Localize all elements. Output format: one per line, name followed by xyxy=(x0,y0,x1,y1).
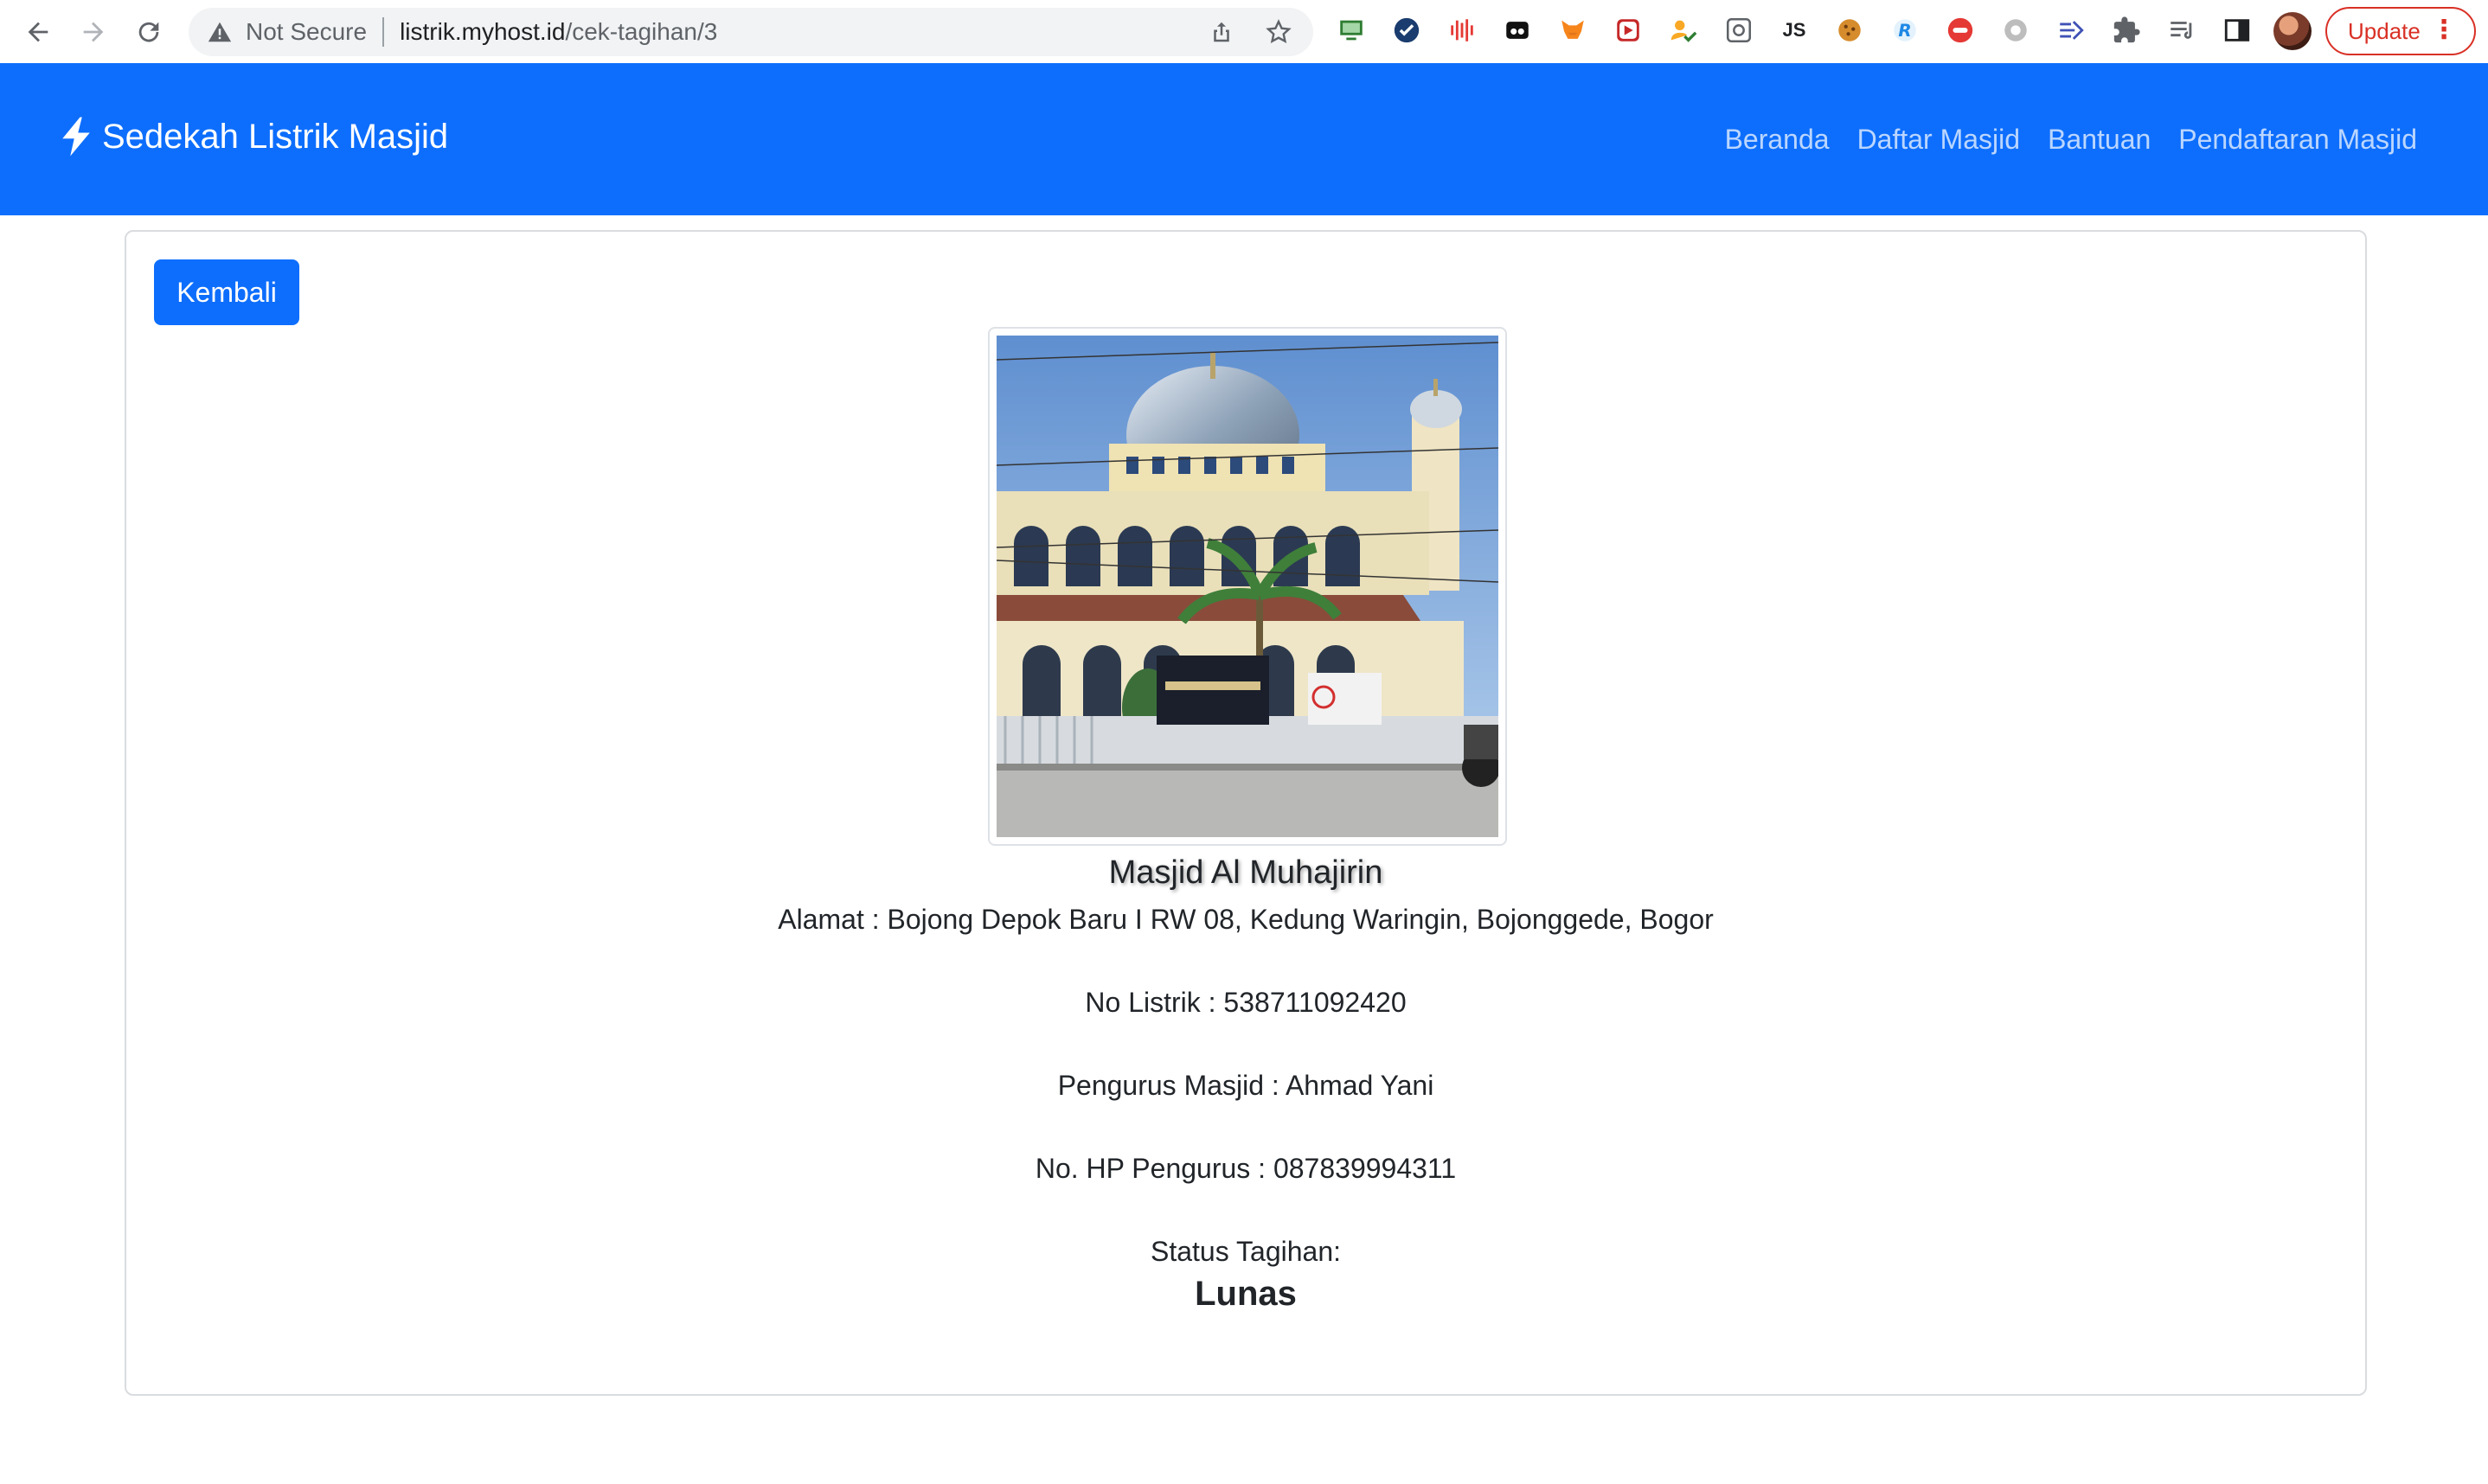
back-arrow-icon[interactable] xyxy=(21,15,55,49)
status-value: Lunas xyxy=(1195,1275,1297,1313)
forward-arrow-icon[interactable] xyxy=(76,15,111,49)
play-box-icon[interactable] xyxy=(1611,13,1645,48)
masjid-address: Alamat : Bojong Depok Baru I RW 08, Kedu… xyxy=(778,904,1714,935)
share-icon[interactable] xyxy=(1206,16,1237,48)
warning-triangle-icon[interactable] xyxy=(204,16,235,48)
update-label: Update xyxy=(2348,17,2421,44)
nav-link-bantuan[interactable]: Bantuan xyxy=(2048,124,2151,156)
masjid-photo xyxy=(988,327,1507,846)
sidepanel-icon[interactable] xyxy=(2220,13,2254,48)
no-listrik: No Listrik : 538711092420 xyxy=(1085,987,1407,1018)
profile-avatar[interactable] xyxy=(2273,12,2312,50)
url-path: /cek-tagihan/3 xyxy=(565,18,718,45)
update-button[interactable]: Update ⋮ xyxy=(2325,7,2476,55)
address-bar[interactable]: Not Secure listrik.myhost.id /cek-tagiha… xyxy=(189,8,1313,56)
lightning-icon xyxy=(62,117,90,157)
svg-text:R: R xyxy=(1898,21,1911,41)
monitor-icon[interactable] xyxy=(1334,13,1369,48)
status-label: Status Tagihan: xyxy=(1150,1236,1341,1267)
masjid-details: Masjid Al Muhajirin Alamat : Bojong Depo… xyxy=(126,851,2365,1316)
gear-globe-icon[interactable] xyxy=(1998,13,2033,48)
url-host: listrik.myhost.id xyxy=(400,18,566,45)
site-navbar: Sedekah Listrik Masjid Beranda Daftar Ma… xyxy=(0,63,2488,215)
mask-icon[interactable] xyxy=(1500,13,1535,48)
person-check-icon[interactable] xyxy=(1666,13,1701,48)
browser-toolbar: Not Secure listrik.myhost.id /cek-tagiha… xyxy=(0,0,2488,63)
r-badge-icon[interactable]: R xyxy=(1888,13,1922,48)
hp-pengurus: No. HP Pengurus : 087839994311 xyxy=(1035,1153,1457,1184)
url-divider xyxy=(382,17,385,47)
check-badge-icon[interactable] xyxy=(1389,13,1424,48)
more-vertical-icon[interactable]: ⋮ xyxy=(2431,17,2457,43)
playlist-icon[interactable] xyxy=(2164,13,2199,48)
masjid-detail-card: Kembali Masjid Al Muhajirin Alamat: Boj… xyxy=(125,230,2367,1396)
brand-title: Sedekah Listrik Masjid xyxy=(102,117,449,156)
camera-scan-icon[interactable] xyxy=(1722,13,1756,48)
cookie-icon[interactable] xyxy=(1832,13,1867,48)
arrow-lines-icon[interactable] xyxy=(2054,13,2088,48)
security-label[interactable]: Not Secure xyxy=(246,18,367,46)
nav-link-daftar-masjid[interactable]: Daftar Masjid xyxy=(1857,124,2021,156)
pengurus-masjid: Pengurus Masjid : Ahmad Yani xyxy=(1057,1070,1434,1101)
nav-link-beranda[interactable]: Beranda xyxy=(1725,124,1830,156)
nav-link-pendaftaran-masjid[interactable]: Pendaftaran Masjid xyxy=(2178,124,2417,156)
masjid-name: Masjid Al Muhajirin xyxy=(1108,854,1383,891)
fox-icon[interactable] xyxy=(1555,13,1590,48)
bookmark-star-icon[interactable] xyxy=(1263,16,1294,48)
audio-bars-icon[interactable] xyxy=(1445,13,1479,48)
back-button[interactable]: Kembali xyxy=(154,259,299,325)
puzzle-icon[interactable] xyxy=(2109,13,2144,48)
reload-icon[interactable] xyxy=(131,15,166,49)
red-circle-icon[interactable] xyxy=(1943,13,1978,48)
brand-link[interactable]: Sedekah Listrik Masjid xyxy=(61,117,448,157)
js-icon[interactable]: JS xyxy=(1777,13,1811,48)
nav-links: Beranda Daftar Masjid Bantuan Pendaftara… xyxy=(1725,124,2417,156)
